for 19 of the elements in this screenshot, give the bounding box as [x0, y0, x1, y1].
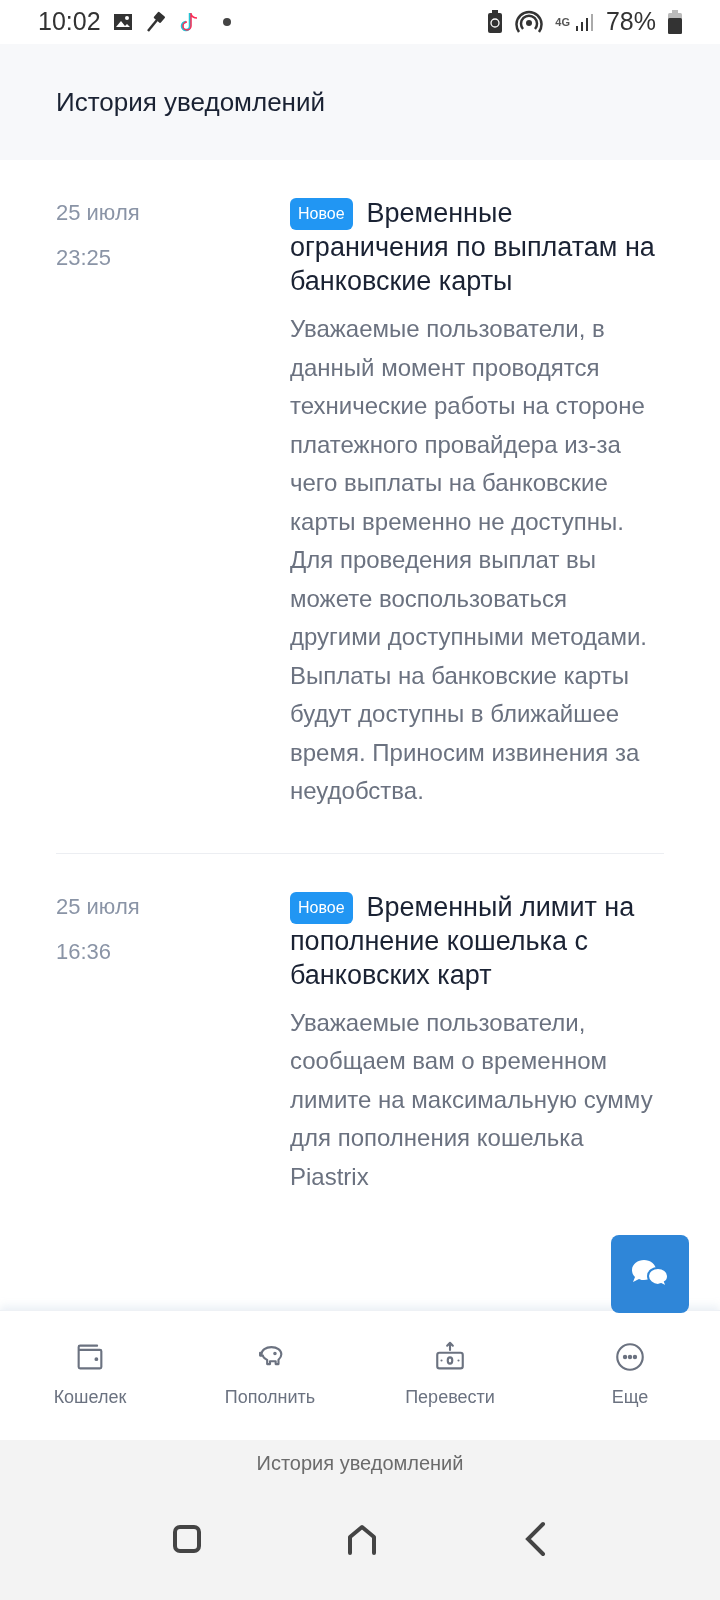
- page-title: История уведомлений: [56, 85, 325, 119]
- notification-text: Уважаемые пользователи, в данный момент проводятся технические работы на стороне платежного провайдера из-за чего выплаты на банковские карты временно не доступны. Для проведения выплат вы можете воспользоваться другими доступными методами. Выплаты на банковские карты будут доступны в ближайшее время. Приносим извинения за неудобства.: [290, 314, 649, 806]
- clock: 10:02: [38, 6, 101, 38]
- nav-tab[interactable]: Кошелек: [0, 1340, 180, 1411]
- notification-title: Новое Временный лимит на пополнение кошелька с банковских карт: [290, 890, 636, 992]
- app-label: История уведомлений: [256, 1451, 464, 1476]
- nav-tab[interactable]: Еще: [540, 1340, 720, 1411]
- notification-date: 25 июля: [56, 199, 141, 227]
- network-type: 4G: [555, 16, 570, 28]
- notification-time: 16:36: [56, 937, 113, 966]
- battery-percent: 78%: [605, 6, 656, 38]
- new-badge: Новое: [290, 891, 353, 924]
- notification-text: Уважаемые пользователи, сообщаем вам о временном лимите на максимальную сумму для пополнения кошелька Piastrix: [290, 1007, 654, 1192]
- notification-title: Новое Временные ограничения по выплатам на банковские карты: [290, 197, 656, 298]
- notification-date: 25 июля: [56, 892, 141, 921]
- nav-tab[interactable]: Перевести: [360, 1340, 540, 1411]
- nav-tab[interactable]: Пополнить: [180, 1340, 360, 1411]
- notification-time: 23:25: [56, 244, 113, 272]
- new-badge: Новое: [290, 198, 353, 230]
